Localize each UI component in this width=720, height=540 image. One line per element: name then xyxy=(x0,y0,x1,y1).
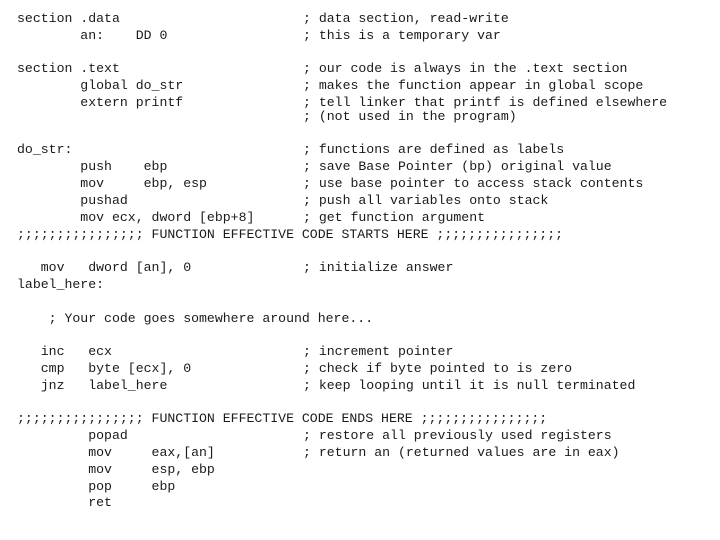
code-line-section-text: section .text xyxy=(17,61,120,76)
code-line-push-ebp: push ebp xyxy=(17,159,168,174)
comment-mov-eax-an: ; return an (returned values are in eax) xyxy=(303,445,620,460)
code-line-do-str-label: do_str: xyxy=(17,142,73,157)
code-line-inc-ecx: inc ecx xyxy=(17,344,112,359)
code-line-pop-ebp: pop ebp xyxy=(17,479,176,494)
comment-jnz: ; keep looping until it is null terminat… xyxy=(303,378,636,393)
code-line-mov-ecx: mov ecx, dword [ebp+8] xyxy=(17,210,255,225)
comment-push-ebp: ; save Base Pointer (bp) original value xyxy=(303,159,612,174)
comment-popad: ; restore all previously used registers xyxy=(303,428,612,443)
code-line-pushad: pushad xyxy=(17,193,128,208)
code-line-an-dd: an: DD 0 xyxy=(17,28,168,43)
assembly-code-listing: section .data ; data section, read-write… xyxy=(0,0,720,540)
code-line-cmp-byte: cmp byte [ecx], 0 xyxy=(17,361,192,376)
comment-mov-ecx: ; get function argument xyxy=(303,210,486,225)
comment-pushad: ; push all variables onto stack xyxy=(303,193,549,208)
code-line-mov-esp-ebp: mov esp, ebp xyxy=(17,462,215,477)
separator-code-starts: ;;;;;;;;;;;;;;;; FUNCTION EFFECTIVE CODE… xyxy=(17,227,564,242)
code-line-jnz: jnz label_here xyxy=(17,378,168,393)
comment-section-data: ; data section, read-write xyxy=(303,11,509,26)
comment-cmp-byte: ; check if byte pointed to is zero xyxy=(303,361,573,376)
code-line-mov-ebp-esp: mov ebp, esp xyxy=(17,176,207,191)
comment-section-text: ; our code is always in the .text sectio… xyxy=(303,61,628,76)
comment-your-code: ; Your code goes somewhere around here..… xyxy=(17,311,374,326)
code-line-global: global do_str xyxy=(17,78,184,93)
comment-do-str-label: ; functions are defined as labels xyxy=(303,142,565,157)
comment-mov-an-zero: ; initialize answer xyxy=(303,260,454,275)
code-line-label-here: label_here: xyxy=(17,277,105,292)
code-line-mov-an-zero: mov dword [an], 0 xyxy=(17,260,192,275)
code-line-mov-eax-an: mov eax,[an] xyxy=(17,445,215,460)
code-line-ret: ret xyxy=(17,495,112,510)
comment-inc-ecx: ; increment pointer xyxy=(303,344,454,359)
comment-mov-ebp-esp: ; use base pointer to access stack conte… xyxy=(303,176,644,191)
comment-global: ; makes the function appear in global sc… xyxy=(303,78,644,93)
code-line-popad: popad xyxy=(17,428,128,443)
comment-not-used: ; (not used in the program) xyxy=(303,109,517,124)
code-line-section-data: section .data xyxy=(17,11,120,26)
comment-an-dd: ; this is a temporary var xyxy=(303,28,501,43)
separator-code-ends: ;;;;;;;;;;;;;;;; FUNCTION EFFECTIVE CODE… xyxy=(17,411,548,426)
code-line-extern: extern printf xyxy=(17,95,184,110)
